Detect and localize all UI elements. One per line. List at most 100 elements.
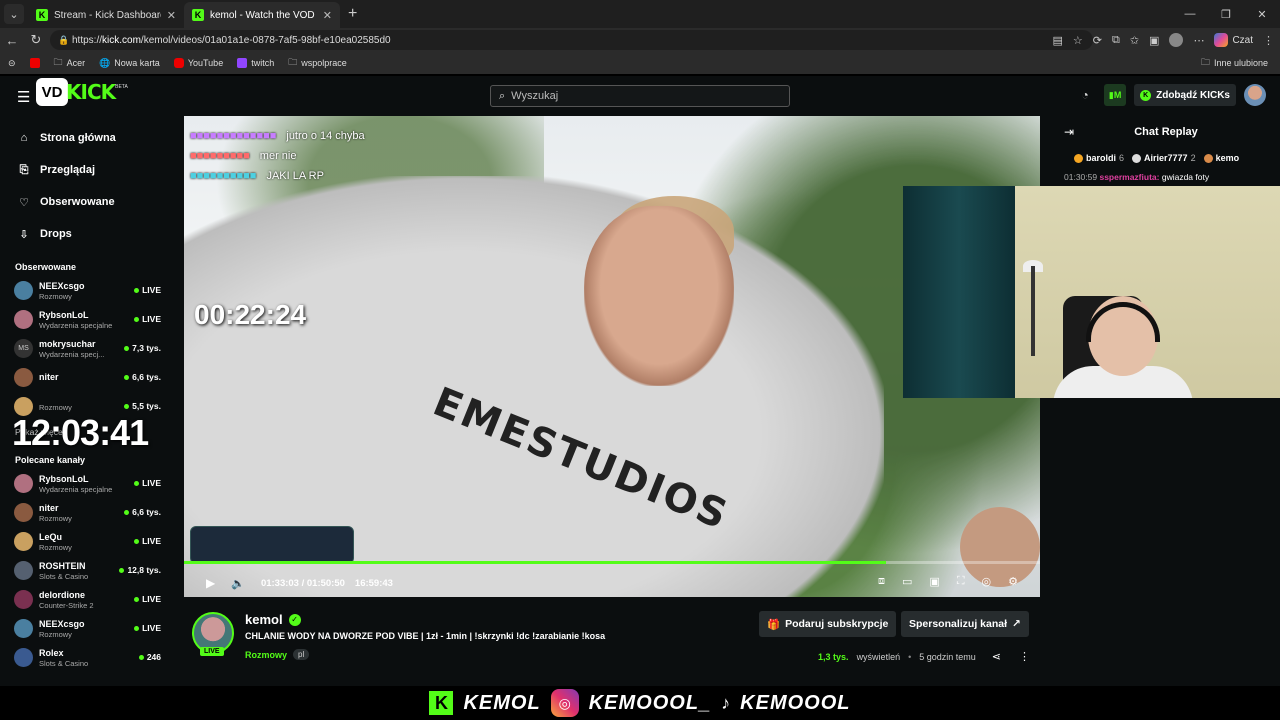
channel-item[interactable]: NEEXcsgo Rozmowy LIVE <box>0 276 170 305</box>
sidebar-item-label: Obserwowane <box>40 196 115 208</box>
minimize-icon[interactable]: — <box>1172 8 1208 20</box>
get-kicks-button[interactable]: K Zdobądź KICKs <box>1134 84 1236 106</box>
gifter-item[interactable]: kemo <box>1203 153 1239 163</box>
user-avatar[interactable] <box>1244 84 1266 106</box>
more-options-icon[interactable]: ⋯ <box>1193 34 1204 47</box>
chat-timestamp: 01:30:59 <box>1064 172 1098 182</box>
gifter-count: 2 <box>1190 153 1196 163</box>
bookmarks-menu-icon[interactable]: ⊝ <box>8 58 16 69</box>
channel-item[interactable]: RybsonLoL Wydarzenia specjalne LIVE <box>0 469 170 498</box>
split-screen-icon[interactable]: ⧉ <box>1112 34 1120 47</box>
sidebar-item-following[interactable]: ♡ Obserwowane <box>0 186 170 218</box>
gifter-item[interactable]: baroldi 6 <box>1074 153 1124 163</box>
channel-item[interactable]: niter 6,6 tys. <box>0 363 170 392</box>
channel-status: LIVE <box>134 285 161 295</box>
sidebar-toggle-icon[interactable]: ⋮ <box>1263 34 1274 47</box>
volume-icon[interactable]: 🔈 <box>231 577 245 590</box>
settings-gear-icon[interactable]: ⚙ <box>1008 575 1018 588</box>
new-tab-button[interactable]: + <box>348 5 357 23</box>
search-input[interactable]: ⌕ Wyszukaj <box>490 85 790 107</box>
picture-in-picture-icon[interactable]: ▣ <box>929 575 939 588</box>
bookmark-wspolprace[interactable]: 🗀 wspolprace <box>288 55 347 71</box>
channel-item[interactable]: RybsonLoL Wydarzenia specjalne LIVE <box>0 305 170 334</box>
channel-item[interactable]: niter Rozmowy 6,6 tys. <box>0 498 170 527</box>
extensions-icon[interactable]: ⟳ <box>1093 34 1102 47</box>
gifter-item[interactable]: Airier7777 2 <box>1132 153 1196 163</box>
copilot-button[interactable]: Czat <box>1214 33 1253 47</box>
video-progress-bar[interactable] <box>184 561 1040 564</box>
channel-category: Rozmowy <box>39 629 72 639</box>
url-path: /kemol/videos/01a01a1e-0878-7af5-98bf-e1… <box>140 34 391 46</box>
verified-icon: ✓ <box>288 613 301 626</box>
channel-item[interactable]: LeQu Rozmowy LIVE <box>0 527 170 556</box>
channel-item[interactable]: delordione Counter-Strike 2 LIVE <box>0 585 170 614</box>
collections-icon[interactable]: ▣ <box>1149 34 1159 47</box>
clip-icon[interactable]: ⧈ <box>878 575 885 588</box>
theater-mode-icon[interactable]: ▭ <box>902 575 912 588</box>
gifter-badge-icon <box>1074 153 1083 163</box>
tab-actions-button[interactable]: ⌄ <box>4 4 24 24</box>
status-text: 6,6 tys. <box>132 372 161 382</box>
bookmark-twitch[interactable]: twitch <box>237 58 274 68</box>
channel-status: LIVE <box>134 623 161 633</box>
channel-category: Rozmowy <box>39 513 72 523</box>
language-tag[interactable]: pl <box>293 649 310 660</box>
channel-item[interactable]: ROSHTEIN Slots & Casino 12,8 tys. <box>0 556 170 585</box>
customize-channel-button[interactable]: Spersonalizuj kanał ↗ <box>901 611 1029 637</box>
other-bookmarks[interactable]: 🗀 Inne ulubione <box>1201 52 1268 74</box>
status-text: LIVE <box>142 285 161 295</box>
overlay-chat-message: jutro o 14 chyba <box>286 130 365 142</box>
lock-icon: 🔒 <box>58 34 70 45</box>
channel-category: Slots & Casino <box>39 658 89 668</box>
sidebar-item-label: Przeglądaj <box>40 164 96 176</box>
video-time: 01:33:03 / 01:50:50 <box>260 577 345 589</box>
reload-icon[interactable]: ↻ <box>24 32 48 48</box>
gift-subs-button[interactable]: 🎁 Podaruj subskrypcje <box>759 611 897 637</box>
share-icon[interactable]: ⋖ <box>992 650 1001 663</box>
stream-category[interactable]: Rozmowy <box>245 650 287 660</box>
video-progress-fill <box>184 561 886 564</box>
vd-badge: VD <box>36 78 68 106</box>
sidebar-item-home[interactable]: ⌂ Strona główna <box>0 122 170 154</box>
tab-kemol-vod[interactable]: K kemol - Watch the VOD on Kick ✕ <box>184 2 340 28</box>
heart-icon: ♡ <box>19 196 29 209</box>
speed-icon[interactable]: ◎ <box>982 575 992 588</box>
play-icon[interactable]: ▶ <box>206 576 215 590</box>
channel-name: RybsonLoL <box>39 309 89 320</box>
favorites-icon[interactable]: ✩ <box>1130 34 1139 47</box>
channel-item[interactable]: Rolex Slots & Casino 246 <box>0 643 170 672</box>
dashboard-icon[interactable]: ▮M <box>1104 84 1127 106</box>
reader-mode-icon[interactable]: ▤ <box>1052 34 1062 47</box>
kick-logo[interactable]: VD KICK BETA <box>36 78 128 106</box>
url-field[interactable]: 🔒 https://kick.com/kemol/videos/01a01a1e… <box>50 30 1093 50</box>
back-icon[interactable]: ← <box>0 33 24 48</box>
bookmark-new-tab[interactable]: 🌐 Nowa karta <box>99 58 160 69</box>
fullscreen-icon[interactable]: ⛶ <box>957 575 965 588</box>
collapse-chat-icon[interactable]: ⇥ <box>1064 125 1074 139</box>
channel-item[interactable]: MS mokrysuchar Wydarzenia specj... 7,3 tys. <box>0 334 170 363</box>
close-tab-icon[interactable]: ✕ <box>323 9 332 22</box>
bookmark-acer[interactable]: 🗀 Acer <box>54 55 86 71</box>
close-window-icon[interactable]: ✕ <box>1244 8 1280 21</box>
close-tab-icon[interactable]: ✕ <box>167 9 176 22</box>
sidebar-item-browse[interactable]: ⎘ Przeglądaj <box>0 154 170 186</box>
live-dot-icon <box>138 654 144 660</box>
streamer-name[interactable]: kemol <box>245 612 283 627</box>
favorite-star-icon[interactable]: ☆ <box>1073 34 1083 47</box>
sidebar-item-drops[interactable]: ⇩ Drops <box>0 218 170 250</box>
profile-avatar[interactable] <box>1169 33 1184 47</box>
overlay-chat-message: JAKI LA RP <box>266 170 324 182</box>
bookmark-youtube[interactable]: YouTube <box>173 58 223 68</box>
bookmark-youtube-red[interactable] <box>29 58 40 68</box>
more-options-icon[interactable]: ⋮ <box>1019 650 1030 663</box>
sidebar-item-label: Drops <box>40 228 72 240</box>
webcam-overlay <box>903 186 1280 398</box>
tab-kick-dashboard[interactable]: K Stream - Kick Dashboard ✕ <box>28 2 184 28</box>
notifications-icon[interactable]: ◔ <box>1074 84 1096 106</box>
status-text: LIVE <box>142 623 161 633</box>
chat-username[interactable]: sspermazfiuta: <box>1099 172 1159 182</box>
channel-item[interactable]: NEEXcsgo Rozmowy LIVE <box>0 614 170 643</box>
video-stats: 1,3 tys. wyświetleń • 5 godzin temu ⋖ ⋮ <box>818 650 1030 663</box>
menu-icon[interactable]: ☰ <box>17 88 30 106</box>
maximize-icon[interactable]: ❐ <box>1208 8 1244 21</box>
